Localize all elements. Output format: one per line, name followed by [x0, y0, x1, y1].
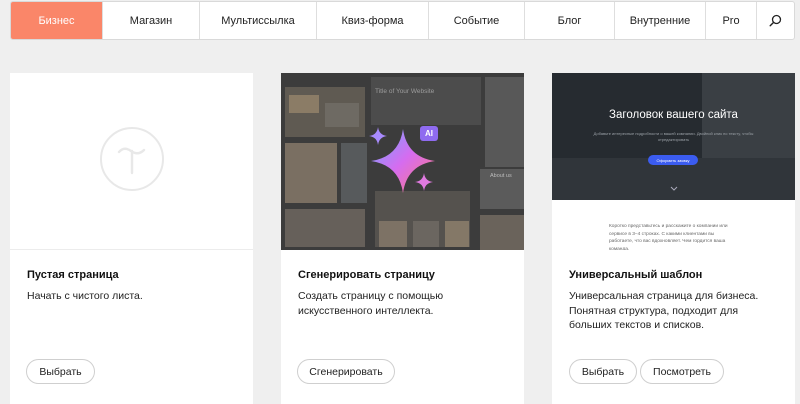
- preview-image: [371, 77, 481, 125]
- tab-label: Блог: [557, 14, 582, 27]
- tab-label: Магазин: [129, 14, 173, 27]
- template-preview: Title of Your Website About us AI: [281, 73, 524, 250]
- tab-label: Pro: [722, 14, 740, 27]
- tab-internal[interactable]: Внутренние: [615, 2, 706, 39]
- preview-site-title: Title of Your Website: [375, 88, 435, 95]
- preview-about: About us: [490, 173, 512, 179]
- generate-button[interactable]: Сгенерировать: [297, 359, 395, 384]
- small-sparkle-icon: [369, 127, 387, 145]
- tab-multilink[interactable]: Мультиссылка: [200, 2, 317, 39]
- preview-image: [485, 77, 524, 167]
- select-button[interactable]: Выбрать: [569, 359, 637, 384]
- preview-image: [445, 221, 469, 247]
- chevron-down-icon: [670, 186, 678, 191]
- tab-event[interactable]: Событие: [429, 2, 525, 39]
- template-preview: [10, 73, 253, 250]
- tab-label: Внутренние: [629, 14, 691, 27]
- small-sparkle-icon: [415, 173, 433, 191]
- preview-image: [379, 221, 407, 247]
- card-title: Универсальный шаблон: [569, 269, 703, 281]
- template-preview: Заголовок вашего сайта Добавьте интересн…: [552, 73, 795, 250]
- search-button[interactable]: [757, 2, 794, 39]
- card-description: Начать с чистого листа.: [27, 290, 143, 302]
- preview-image: [341, 143, 367, 203]
- preview-image: [285, 143, 337, 203]
- preview-image: [289, 95, 319, 113]
- tab-business[interactable]: Бизнес: [11, 2, 103, 39]
- ai-badge: AI: [420, 126, 438, 141]
- preview-image: [325, 103, 359, 127]
- tab-quiz-form[interactable]: Квиз-форма: [317, 2, 429, 39]
- tilda-logo-icon: [100, 127, 164, 191]
- tab-label: Мультиссылка: [221, 14, 295, 27]
- card-description: Создать страницу с помощью искусственног…: [298, 290, 444, 317]
- preview-subheading: Добавьте интересные подробности о вашей …: [593, 131, 754, 142]
- preview-button[interactable]: Посмотреть: [640, 359, 724, 384]
- preview-image: [480, 215, 524, 250]
- select-button[interactable]: Выбрать: [26, 359, 95, 384]
- tab-pro[interactable]: Pro: [706, 2, 757, 39]
- template-card-universal[interactable]: Заголовок вашего сайта Добавьте интересн…: [552, 73, 795, 404]
- preview-heading: Заголовок вашего сайта: [609, 109, 738, 121]
- preview-body: Коротко представьтесь и расскажите о ком…: [609, 224, 728, 250]
- preview-cta: Оформить заявку: [648, 155, 698, 165]
- preview-image: [285, 209, 365, 247]
- search-icon: [769, 14, 782, 27]
- preview-image: [413, 221, 439, 247]
- card-description: Универсальная страница для бизнеса. Поня…: [569, 290, 759, 331]
- preview-hero: Заголовок вашего сайта Добавьте интересн…: [552, 73, 795, 200]
- tab-label: Бизнес: [38, 14, 75, 27]
- template-card-blank[interactable]: Пустая страница Начать с чистого листа. …: [10, 73, 253, 404]
- category-tabbar: Бизнес Магазин Мультиссылка Квиз-форма С…: [10, 1, 795, 40]
- card-title: Сгенерировать страницу: [298, 269, 435, 281]
- tab-blog[interactable]: Блог: [525, 2, 615, 39]
- tab-label: Событие: [453, 14, 500, 27]
- tab-shop[interactable]: Магазин: [103, 2, 200, 39]
- template-card-ai[interactable]: Title of Your Website About us AI Сгенер…: [281, 73, 524, 404]
- card-title: Пустая страница: [27, 269, 119, 281]
- tab-label: Квиз-форма: [341, 14, 404, 27]
